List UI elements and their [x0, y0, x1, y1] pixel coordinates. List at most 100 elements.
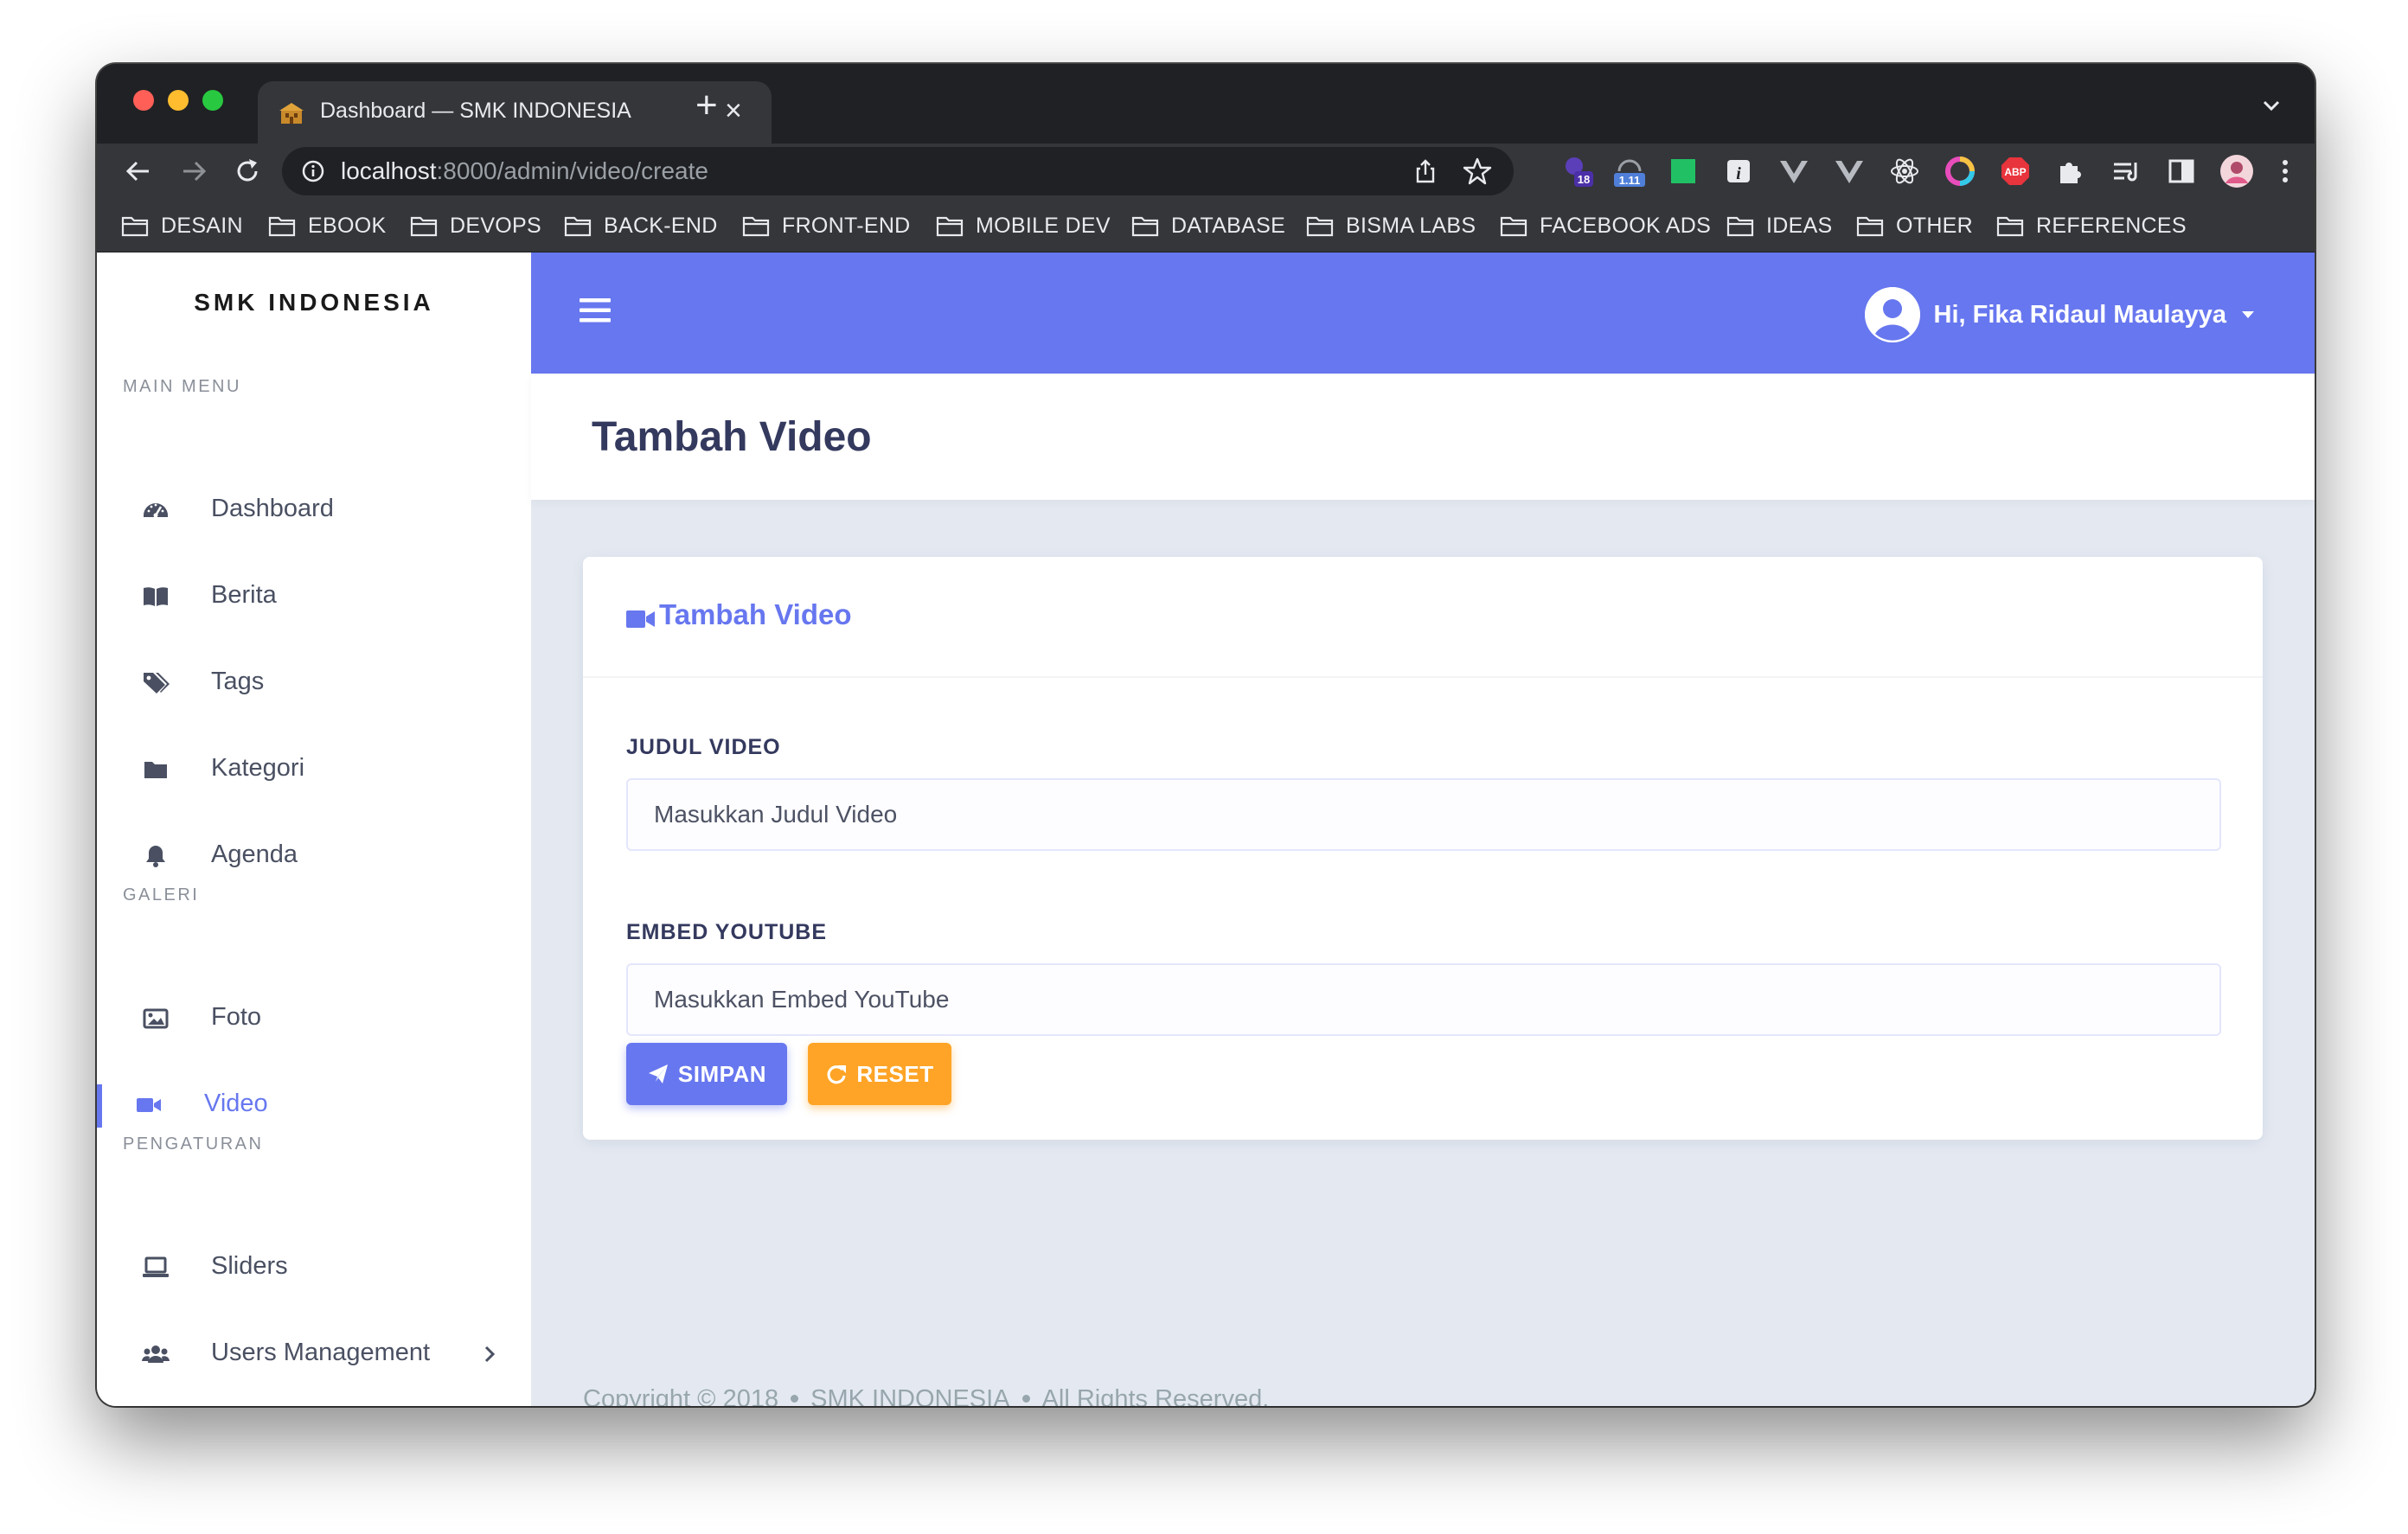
- bookmark-label: OTHER: [1896, 213, 1973, 238]
- sidebar-item-kategori[interactable]: Kategori: [97, 735, 531, 804]
- reset-button[interactable]: RESET: [808, 1043, 951, 1105]
- version-badge-icon[interactable]: 1.11: [1612, 154, 1647, 189]
- bookmark-label: DEVOPS: [450, 213, 541, 238]
- sidebar-item-video[interactable]: Video: [97, 1071, 531, 1140]
- bookmark-label: EBOOK: [308, 213, 387, 238]
- site-info-icon[interactable]: [301, 159, 325, 183]
- reset-button-label: RESET: [856, 1060, 934, 1087]
- bookmark-label: IDEAS: [1766, 213, 1833, 238]
- close-window-button[interactable]: [133, 90, 154, 111]
- sidebar-item-label: Video: [204, 1090, 268, 1117]
- bookmark-label: DATABASE: [1171, 213, 1286, 238]
- tab-search-chevron-icon[interactable]: [2254, 88, 2289, 123]
- sidebar-brand[interactable]: SMK INDONESIA: [97, 289, 531, 316]
- tab-close-icon[interactable]: ×: [725, 93, 742, 128]
- tab-strip: Dashboard — SMK INDONESIA × +: [97, 64, 2315, 144]
- bookmark-folder[interactable]: MOBILE DEV: [936, 211, 1111, 240]
- hamburger-menu-icon[interactable]: [580, 296, 611, 325]
- tab-title: Dashboard — SMK INDONESIA: [320, 99, 631, 123]
- sidebar-item-agenda[interactable]: Agenda: [97, 821, 531, 891]
- bookmark-folder[interactable]: EBOOK: [268, 211, 386, 240]
- folder-icon: [1500, 216, 1527, 237]
- bookmark-folder[interactable]: OTHER: [1856, 211, 1973, 240]
- kebab-menu-icon[interactable]: [2268, 154, 2302, 189]
- minimize-window-button[interactable]: [168, 90, 189, 111]
- active-indicator: [97, 1084, 102, 1128]
- sidebar-item-label: Sliders: [211, 1252, 288, 1280]
- sidebar-item-foto[interactable]: Foto: [97, 984, 531, 1053]
- bookmark-folder[interactable]: FACEBOOK ADS: [1500, 211, 1711, 240]
- users-icon: [142, 1345, 170, 1363]
- bookmark-folder[interactable]: FRONT-END: [742, 211, 911, 240]
- bookmark-folder[interactable]: IDEAS: [1726, 211, 1833, 240]
- vue-icon[interactable]: [1777, 154, 1811, 189]
- video-title-label: JUDUL VIDEO: [626, 735, 781, 759]
- add-video-card: Tambah Video JUDUL VIDEO EMBED YOUTUBE S…: [583, 557, 2263, 1140]
- section-label-galeri: GALERI: [123, 885, 200, 904]
- info-i-icon[interactable]: i: [1721, 154, 1756, 189]
- bookmark-folder[interactable]: BACK-END: [564, 211, 718, 240]
- profile-avatar-icon[interactable]: [2219, 154, 2254, 189]
- adblock-icon[interactable]: ABP: [1998, 154, 2033, 189]
- maximize-window-button[interactable]: [202, 90, 223, 111]
- browser-tab-active[interactable]: Dashboard — SMK INDONESIA ×: [258, 81, 772, 144]
- folder-icon: [742, 216, 770, 237]
- school-favicon-icon: [279, 103, 304, 124]
- folder-icon: [121, 216, 149, 237]
- user-avatar-icon: [1864, 287, 1920, 342]
- redo-icon: [827, 1065, 847, 1084]
- bookmark-folder[interactable]: DESAIN: [121, 211, 243, 240]
- bookmark-folder[interactable]: REFERENCES: [1996, 211, 2187, 240]
- section-header: Tambah Video: [531, 374, 2315, 500]
- sidebar-item-users-management[interactable]: Users Management: [97, 1320, 531, 1389]
- forward-arrow-icon[interactable]: [175, 152, 213, 190]
- user-dropdown[interactable]: Hi, Fika Ridaul Maulayya: [1864, 287, 2256, 342]
- youtube-embed-input[interactable]: [626, 963, 2221, 1036]
- share-icon[interactable]: [1412, 157, 1439, 185]
- page-title: Tambah Video: [592, 414, 872, 460]
- chevron-right-icon: [484, 1345, 496, 1363]
- sidebar-item-dashboard[interactable]: Dashboard: [97, 476, 531, 545]
- folder-icon: [1131, 216, 1159, 237]
- admin-page: SMK INDONESIA MAIN MENU Dashboard Berita: [97, 252, 2315, 1406]
- reload-icon[interactable]: [228, 152, 266, 190]
- bookmark-label: BISMA LABS: [1346, 213, 1476, 238]
- url-host: localhost: [341, 157, 437, 184]
- sidebar-item-label: Foto: [211, 1003, 262, 1031]
- sidebar-item-sliders[interactable]: Sliders: [97, 1233, 531, 1302]
- new-tab-button[interactable]: +: [695, 86, 718, 125]
- vue-devtools-icon[interactable]: [1832, 154, 1867, 189]
- bookmark-label: FRONT-END: [782, 213, 911, 238]
- bookmark-folder[interactable]: DEVOPS: [410, 211, 541, 240]
- extension-badge-version: 1.11: [1619, 174, 1641, 187]
- puzzle-icon[interactable]: [2053, 154, 2088, 189]
- sidebar-item-berita[interactable]: Berita: [97, 562, 531, 631]
- bookmark-star-icon[interactable]: [1462, 156, 1493, 187]
- page-footer: Copyright © 2018 SMK INDONESIA All Rights …: [583, 1385, 1269, 1406]
- address-bar[interactable]: localhost:8000/admin/video/create: [282, 147, 1514, 195]
- sidepanel-icon[interactable]: [2164, 154, 2199, 189]
- bookmark-folder[interactable]: DATABASE: [1131, 211, 1285, 240]
- top-navbar: Hi, Fika Ridaul Maulayya: [531, 252, 2315, 374]
- folder-icon: [1726, 216, 1754, 237]
- caret-down-icon: [2242, 311, 2254, 318]
- footer-rights: All Rights Reserved.: [1041, 1385, 1270, 1406]
- green-square-icon[interactable]: [1666, 154, 1700, 189]
- bookmark-label: FACEBOOK ADS: [1540, 213, 1712, 238]
- color-ring-icon[interactable]: [1943, 154, 1977, 189]
- reading-list-icon[interactable]: [2109, 154, 2143, 189]
- save-button[interactable]: SIMPAN: [626, 1043, 787, 1105]
- bookmark-label: REFERENCES: [2036, 213, 2187, 238]
- bookmark-label: MOBILE DEV: [976, 213, 1111, 238]
- user-greeting: Hi, Fika Ridaul Maulayya: [1933, 300, 2226, 329]
- sidebar-item-tags[interactable]: Tags: [97, 649, 531, 718]
- footer-copyright: Copyright © 2018: [583, 1385, 779, 1406]
- puzzle-badge-icon[interactable]: 18: [1560, 154, 1595, 189]
- folder-icon: [1856, 216, 1884, 237]
- react-icon[interactable]: [1887, 154, 1922, 189]
- back-arrow-icon[interactable]: [119, 152, 157, 190]
- video-title-input[interactable]: [626, 778, 2221, 851]
- footer-org: SMK INDONESIA: [810, 1385, 1010, 1406]
- bookmark-folder[interactable]: BISMA LABS: [1306, 211, 1476, 240]
- sidebar-item-label: Berita: [211, 581, 277, 609]
